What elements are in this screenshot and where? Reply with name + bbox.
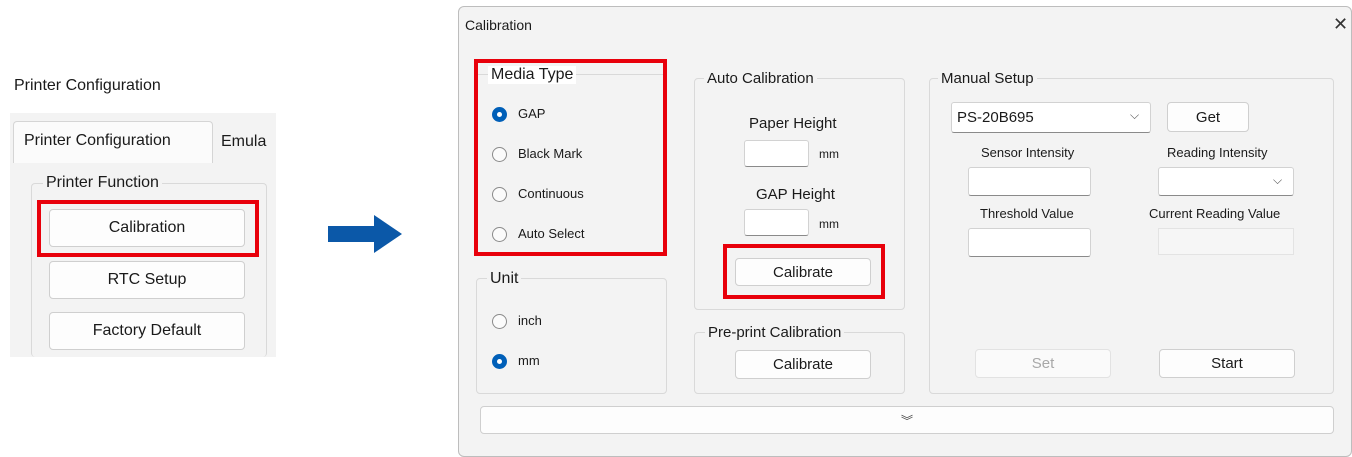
tab-printer-configuration[interactable]: Printer Configuration <box>13 121 213 163</box>
start-button[interactable]: Start <box>1159 349 1295 378</box>
sensor-intensity-input[interactable] <box>968 167 1091 196</box>
double-chevron-down-icon: ︾ <box>900 413 913 428</box>
calibrate-highlight <box>723 244 885 299</box>
gap-height-input[interactable] <box>744 209 809 236</box>
radio-mm[interactable] <box>492 354 507 369</box>
model-select[interactable]: PS-20B695 ⌵ <box>951 102 1151 133</box>
auto-calibration-legend: Auto Calibration <box>704 70 817 87</box>
printer-function-legend: Printer Function <box>43 174 162 192</box>
paper-height-label: Paper Height <box>749 115 837 132</box>
arrow-head <box>374 215 402 253</box>
reading-intensity-select[interactable]: ⌵ <box>1158 167 1294 196</box>
unit-group <box>476 278 667 394</box>
expand-bar[interactable]: ︾ <box>480 406 1334 434</box>
tab-emulation-label: Emula <box>221 133 267 150</box>
printer-config-window-title: Printer Configuration <box>14 77 161 94</box>
radio-inch[interactable] <box>492 314 507 329</box>
factory-default-button[interactable]: Factory Default <box>49 312 245 350</box>
threshold-value-label: Threshold Value <box>980 206 1074 221</box>
current-reading-value-display <box>1158 228 1294 255</box>
sensor-intensity-label: Sensor Intensity <box>981 145 1075 160</box>
unit-legend: Unit <box>487 270 522 288</box>
current-reading-value-label: Current Reading Value <box>1149 206 1281 221</box>
paper-height-unit: mm <box>819 147 839 161</box>
set-button[interactable]: Set <box>975 349 1111 378</box>
preprint-calibration-legend: Pre-print Calibration <box>705 324 845 341</box>
radio-inch-label: inch <box>518 313 542 328</box>
radio-mm-label: mm <box>518 353 540 368</box>
calibration-highlight <box>37 200 259 257</box>
chevron-down-icon: ⌵ <box>1273 173 1283 187</box>
get-button[interactable]: Get <box>1167 102 1249 132</box>
manual-setup-legend: Manual Setup <box>938 70 1037 87</box>
preprint-calibrate-button[interactable]: Calibrate <box>735 350 871 379</box>
gap-height-label: GAP Height <box>756 186 835 203</box>
tab-printer-configuration-label: Printer Configuration <box>24 132 171 149</box>
gap-height-unit: mm <box>819 217 839 231</box>
arrow-shaft <box>328 226 376 242</box>
rtc-setup-button[interactable]: RTC Setup <box>49 261 245 299</box>
arrow-right-icon <box>328 215 402 253</box>
close-icon[interactable]: ✕ <box>1333 14 1348 35</box>
media-type-highlight <box>474 59 667 256</box>
model-select-value: PS-20B695 <box>957 109 1034 126</box>
threshold-value-input[interactable] <box>968 228 1091 257</box>
dialog-title: Calibration <box>465 17 532 33</box>
paper-height-input[interactable] <box>744 140 809 167</box>
chevron-down-icon: ⌵ <box>1130 108 1140 122</box>
tab-emulation[interactable]: Emula <box>215 130 276 163</box>
reading-intensity-label: Reading Intensity <box>1167 145 1268 160</box>
